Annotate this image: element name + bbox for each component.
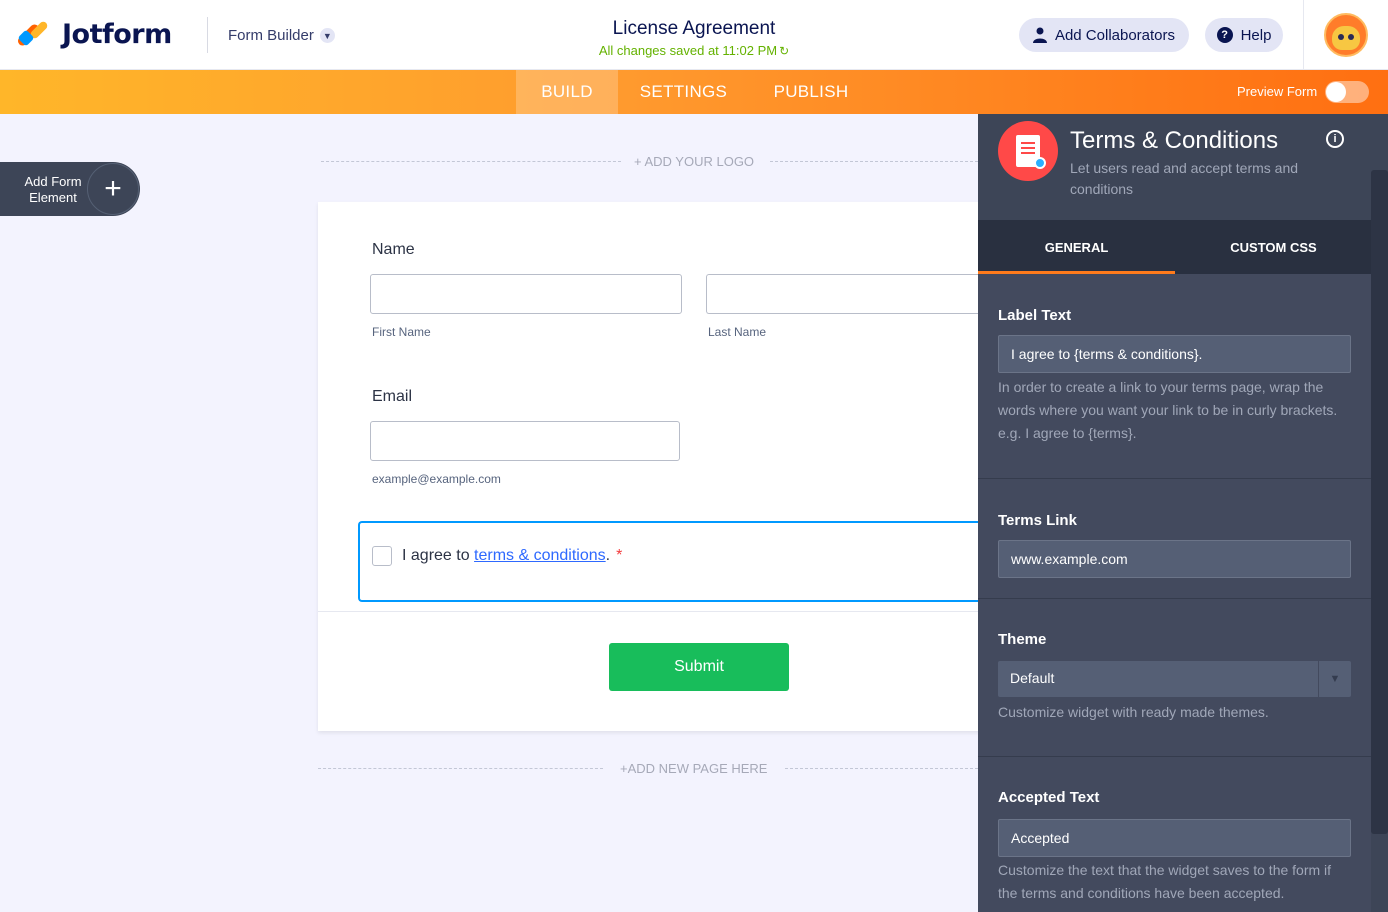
panel-header: Terms & Conditions Let users read and ac… bbox=[978, 114, 1371, 220]
accepted-text-help: Customize the text that the widget saves… bbox=[998, 862, 1332, 901]
header-divider bbox=[207, 17, 208, 53]
form-card: Name First Name Last Name Email example@… bbox=[318, 202, 998, 731]
properties-panel: Terms & Conditions Let users read and ac… bbox=[978, 114, 1388, 912]
form-builder-dropdown[interactable]: Form Builder ▼ bbox=[228, 27, 335, 44]
card-divider bbox=[318, 611, 998, 612]
add-form-element-button[interactable]: Add Form Element + bbox=[0, 162, 140, 216]
form-title-area: License Agreement All changes saved at 1… bbox=[494, 18, 894, 58]
email-label: Email bbox=[372, 388, 413, 405]
chevron-down-icon: ▼ bbox=[319, 28, 335, 43]
required-mark: * bbox=[616, 547, 623, 564]
add-logo-link[interactable]: + ADD YOUR LOGO bbox=[634, 154, 754, 169]
dropdown-arrow-icon: ▼ bbox=[1318, 661, 1351, 697]
avatar-face-icon bbox=[1332, 26, 1360, 50]
tab-build[interactable]: BUILD bbox=[516, 70, 618, 114]
refresh-icon[interactable]: ↻ bbox=[779, 44, 789, 58]
label-text-section: Label Text I agree to {terms & condition… bbox=[978, 274, 1371, 479]
tab-general[interactable]: GENERAL bbox=[978, 220, 1175, 274]
add-new-page-link[interactable]: +ADD NEW PAGE HERE bbox=[620, 761, 767, 776]
first-name-input[interactable] bbox=[370, 274, 682, 314]
help-button[interactable]: ? Help bbox=[1205, 18, 1283, 52]
header-divider-right bbox=[1303, 0, 1304, 70]
form-builder-label: Form Builder bbox=[228, 27, 314, 44]
builder-nav: BUILD SETTINGS PUBLISH bbox=[0, 70, 1388, 114]
theme-select[interactable]: Default ▼ bbox=[998, 661, 1351, 697]
terms-suffix: . bbox=[605, 547, 611, 564]
tab-settings[interactable]: SETTINGS bbox=[628, 70, 739, 114]
save-status-text: All changes saved at 11:02 PM bbox=[598, 43, 778, 58]
email-sublabel: example@example.com bbox=[372, 472, 501, 486]
terms-checkbox[interactable] bbox=[372, 546, 392, 566]
add-collaborators-label: Add Collaborators bbox=[1054, 26, 1176, 44]
theme-label: Theme bbox=[998, 631, 1047, 648]
first-name-sublabel: First Name bbox=[372, 325, 431, 339]
user-icon bbox=[1032, 27, 1047, 43]
panel-scrollbar[interactable] bbox=[1371, 170, 1388, 834]
label-text-help: In order to create a link to your terms … bbox=[998, 379, 1338, 441]
label-text-label: Label Text bbox=[998, 307, 1072, 324]
panel-tabs: GENERAL CUSTOM CSS bbox=[978, 220, 1371, 274]
last-name-sublabel: Last Name bbox=[708, 325, 767, 339]
add-collaborators-button[interactable]: Add Collaborators bbox=[1019, 18, 1189, 52]
panel-title: Terms & Conditions bbox=[1070, 127, 1279, 154]
preview-form-toggle[interactable] bbox=[1325, 81, 1369, 103]
top-header: Jotform Form Builder ▼ License Agreement… bbox=[0, 0, 1388, 70]
add-form-element-label: Add Form Element bbox=[24, 174, 82, 205]
terms-prefix: I agree to bbox=[402, 547, 475, 564]
panel-body: Label Text I agree to {terms & condition… bbox=[978, 274, 1371, 912]
terms-link-label: Terms Link bbox=[998, 512, 1077, 529]
jotform-logo[interactable]: Jotform bbox=[16, 18, 172, 50]
last-name-input[interactable] bbox=[706, 274, 998, 314]
name-label: Name bbox=[372, 241, 415, 258]
tab-custom-css[interactable]: CUSTOM CSS bbox=[1175, 220, 1372, 274]
terms-link-input[interactable]: www.example.com bbox=[998, 540, 1351, 578]
theme-select-value: Default bbox=[1010, 670, 1055, 686]
plus-icon: + bbox=[87, 163, 139, 215]
terms-link-section: Terms Link www.example.com bbox=[978, 479, 1371, 599]
terms-field[interactable]: I agree to terms & conditions. * bbox=[358, 521, 998, 602]
email-input[interactable] bbox=[370, 421, 680, 461]
page-dash-right bbox=[785, 768, 978, 769]
help-label: Help bbox=[1240, 26, 1272, 44]
question-icon: ? bbox=[1216, 27, 1233, 43]
terms-link[interactable]: terms & conditions bbox=[474, 547, 606, 564]
page-dash-left bbox=[318, 768, 603, 769]
submit-button[interactable]: Submit bbox=[609, 643, 789, 691]
avatar[interactable] bbox=[1324, 13, 1368, 57]
save-status: All changes saved at 11:02 PM ↻ bbox=[494, 43, 894, 58]
logo-dash-right bbox=[770, 161, 978, 162]
toggle-knob bbox=[1326, 82, 1346, 102]
jotform-logo-icon bbox=[16, 18, 50, 50]
terms-label: I agree to terms & conditions. * bbox=[402, 547, 622, 565]
accepted-text-label: Accepted Text bbox=[998, 789, 1100, 806]
theme-section: Theme Default ▼ Customize widget with re… bbox=[978, 599, 1371, 757]
label-text-input[interactable]: I agree to {terms & conditions}. bbox=[998, 335, 1351, 373]
brand-name: Jotform bbox=[62, 18, 172, 50]
panel-description: Let users read and accept terms and cond… bbox=[1070, 160, 1299, 197]
info-icon[interactable]: i bbox=[1326, 130, 1344, 148]
form-title[interactable]: License Agreement bbox=[494, 18, 894, 40]
check-badge-icon bbox=[1034, 157, 1046, 169]
preview-form-label: Preview Form bbox=[1237, 84, 1318, 99]
terms-widget-icon bbox=[998, 121, 1058, 181]
accepted-text-section: Accepted Text Accepted Customize the tex… bbox=[978, 757, 1371, 912]
logo-dash-left bbox=[321, 161, 621, 162]
tab-publish[interactable]: PUBLISH bbox=[762, 70, 860, 114]
accepted-text-input[interactable]: Accepted bbox=[998, 819, 1351, 857]
theme-help: Customize widget with ready made themes. bbox=[998, 704, 1269, 720]
